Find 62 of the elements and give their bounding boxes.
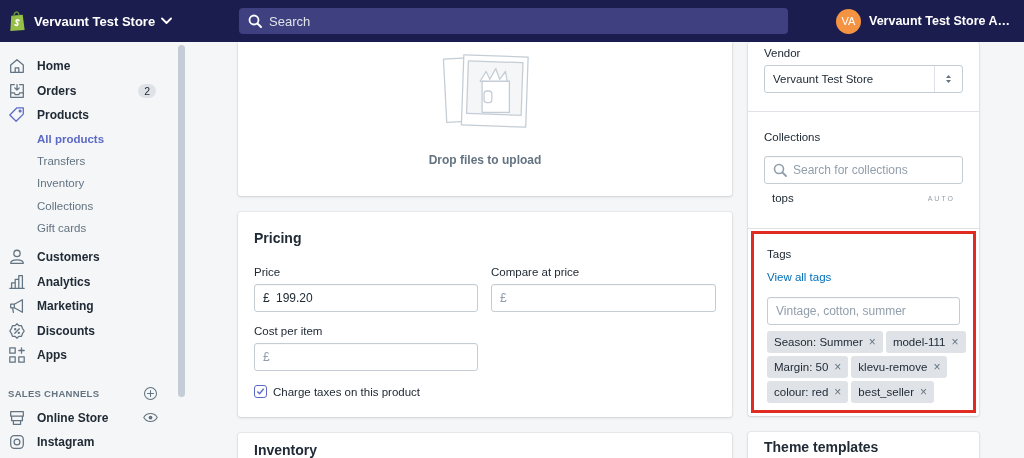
up-down-arrows-icon: [945, 74, 952, 84]
nav-subitem[interactable]: Gift cards: [37, 216, 168, 239]
search-field[interactable]: Search for collections: [764, 156, 963, 184]
currency-prefix: £: [500, 291, 507, 305]
input-field[interactable]: [491, 284, 716, 312]
field-label: Tags: [767, 248, 793, 260]
card-title: Inventory: [254, 442, 318, 458]
remove-tag-button[interactable]: ×: [920, 385, 927, 399]
input-field[interactable]: [254, 343, 478, 371]
tag-input[interactable]: Vintage, cotton, summer: [767, 297, 960, 325]
nav-subitem[interactable]: All products: [37, 127, 168, 150]
nav-item[interactable]: Customers: [8, 245, 168, 270]
field-label: Compare at price: [491, 266, 581, 278]
nav-item[interactable]: Online Store: [8, 405, 168, 430]
tag-label: Season: Summer: [774, 336, 863, 348]
nav-item[interactable]: Products: [8, 103, 168, 128]
field-label: Price: [254, 266, 282, 278]
view-tags-link[interactable]: View all tags: [767, 271, 832, 283]
remove-tag-button[interactable]: ×: [951, 335, 959, 349]
nav-item[interactable]: Orders 2: [8, 78, 168, 103]
vendor-select[interactable]: Vervaunt Test Store: [764, 65, 963, 93]
remove-tag-button[interactable]: ×: [834, 385, 842, 399]
scrollbar[interactable]: [178, 45, 185, 397]
nav-item[interactable]: Instagram: [8, 430, 168, 455]
account-name[interactable]: Vervaunt Test Store A…: [869, 14, 1010, 28]
tag-label: colour: red: [774, 386, 829, 398]
checkbox-label: Charge taxes on this product: [273, 385, 421, 398]
search-icon: [773, 163, 787, 177]
nav-item[interactable]: Discounts: [8, 318, 168, 343]
tag-label: klevu-remove: [858, 361, 928, 373]
add-icon[interactable]: [143, 386, 158, 401]
nav-subitem[interactable]: Collections: [37, 194, 168, 217]
search-field[interactable]: Search: [239, 8, 788, 34]
caret-icon: [161, 17, 173, 25]
bag-logo-icon: [8, 10, 26, 32]
field-label: Cost per item: [254, 325, 324, 337]
store-switcher[interactable]: Vervaunt Test Store: [34, 13, 173, 29]
checkmark-icon: [256, 387, 265, 396]
currency-prefix: £: [263, 350, 270, 364]
currency-prefix: £: [263, 291, 270, 305]
collection-name: tops: [772, 192, 795, 204]
nav-item[interactable]: Home: [8, 54, 168, 79]
remove-tag-button[interactable]: ×: [933, 360, 941, 374]
nav-subitem[interactable]: Transfers: [37, 149, 168, 173]
nav-item[interactable]: Apps: [8, 343, 168, 368]
nav-item[interactable]: Analytics: [8, 269, 168, 294]
nav-item[interactable]: Marketing: [8, 294, 168, 319]
remove-tag-button[interactable]: ×: [868, 335, 876, 349]
card-title: Pricing: [254, 230, 303, 246]
upload-hint: Drop files to upload: [428, 153, 542, 167]
field-label: Collections: [764, 131, 822, 143]
remove-tag-button[interactable]: ×: [834, 360, 842, 374]
tag-label: Margin: 50: [774, 361, 829, 373]
card-title: Theme templates: [764, 439, 880, 455]
checkbox[interactable]: [254, 385, 267, 398]
search-icon: [248, 14, 262, 28]
tag-label: best_seller: [858, 386, 914, 398]
count-badge: 2: [138, 83, 156, 98]
tag-label: model-111: [892, 336, 946, 348]
nav-subitem[interactable]: Inventory: [37, 172, 168, 195]
section-heading: SALES CHANNELS: [8, 388, 101, 399]
field-label: Vendor: [764, 47, 802, 59]
